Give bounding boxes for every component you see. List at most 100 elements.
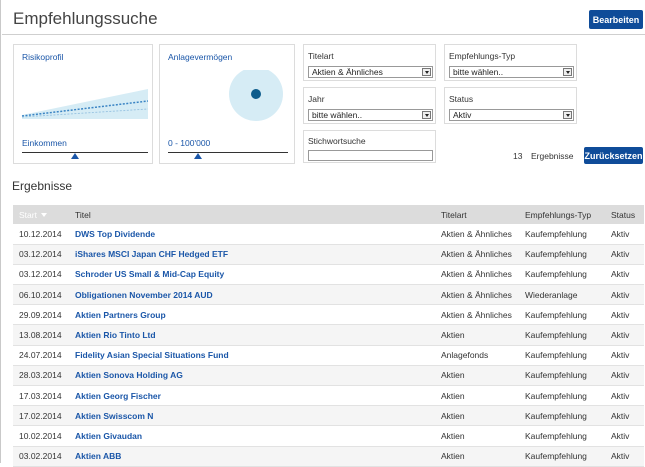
risk-scale-label: Einkommen — [22, 138, 67, 148]
titel-link[interactable]: Schroder US Small & Mid-Cap Equity — [69, 264, 435, 286]
sort-down-icon — [40, 213, 47, 218]
start-cell: 06.10.2014 — [13, 284, 69, 306]
titel-link[interactable]: Aktien Georg Fischer — [69, 385, 435, 407]
table-row[interactable]: 03.12.2014 Schroder US Small & Mid-Cap Eq… — [13, 264, 644, 286]
chevron-down-icon — [422, 111, 431, 119]
titel-link[interactable]: Fidelity Asian Special Situations Fund — [69, 345, 435, 366]
status-cell: Aktiv — [605, 425, 644, 447]
column-header-label: Start — [19, 209, 37, 220]
table-row[interactable]: 28.03.2014 Aktien Sonova Holding AG Aktien… — [13, 365, 644, 387]
status-cell: Aktiv — [605, 244, 644, 265]
jahr-select[interactable]: bitte wählen.. — [308, 109, 433, 121]
results-heading: Ergebnisse — [12, 179, 73, 193]
result-count-label: Ergebnisse — [531, 151, 574, 161]
titel-link[interactable]: Aktien Sonova Holding AG — [69, 365, 435, 387]
result-count: 13 — [513, 151, 523, 161]
edit-button[interactable]: Bearbeiten — [589, 10, 643, 29]
table-row[interactable]: 13.08.2014 Aktien Rio Tinto Ltd Aktien Kauf… — [13, 324, 644, 346]
column-header-start[interactable]: Start — [13, 205, 69, 224]
assets-label: Anlagevermögen — [168, 52, 233, 62]
status-select[interactable]: Aktiv — [449, 109, 574, 121]
typ-label: Empfehlungs-Typ — [449, 51, 516, 61]
titel-link[interactable]: Aktien ABB — [69, 446, 435, 467]
status-cell: Aktiv — [605, 284, 644, 306]
status-cell: Aktiv — [605, 224, 644, 245]
titel-link[interactable]: iShares MSCI Japan CHF Hedged ETF — [69, 244, 435, 265]
status-cell: Aktiv — [605, 405, 644, 427]
typ-cell: Kaufempfehlung — [519, 345, 605, 366]
status-label: Status — [449, 94, 474, 104]
titelart-value: Aktien & Ähnliches — [312, 67, 383, 77]
titel-link[interactable]: Aktien Givaudan — [69, 425, 435, 447]
typ-cell: Kaufempfehlung — [519, 405, 605, 427]
typ-cell: Kaufempfehlung — [519, 304, 605, 326]
column-header-status[interactable]: Status — [605, 205, 644, 224]
start-cell: 10.12.2014 — [13, 224, 69, 245]
table-row[interactable]: 06.10.2014 Obligationen November 2014 AUD… — [13, 284, 644, 306]
table-header-row: Start Titel Titelart Empfehlungs-Typ Sta… — [13, 205, 644, 224]
typ-filter: Empfehlungs-Typ bitte wählen.. — [444, 44, 577, 81]
titelart-label: Titelart — [308, 51, 334, 61]
start-cell: 03.02.2014 — [13, 446, 69, 467]
titelart-cell: Aktien — [435, 446, 519, 467]
status-value: Aktiv — [453, 110, 472, 120]
start-cell: 17.03.2014 — [13, 385, 69, 407]
start-cell: 10.02.2014 — [13, 425, 69, 447]
table-row[interactable]: 03.12.2014 iShares MSCI Japan CHF Hedged … — [13, 244, 644, 265]
chevron-down-icon — [422, 68, 431, 76]
jahr-label: Jahr — [308, 94, 325, 104]
typ-cell: Wiederanlage — [519, 284, 605, 306]
keyword-input[interactable] — [308, 150, 433, 161]
assets-chart — [229, 70, 283, 121]
titel-link[interactable]: Obligationen November 2014 AUD — [69, 284, 435, 306]
titelart-cell: Aktien — [435, 405, 519, 427]
titel-link[interactable]: Aktien Partners Group — [69, 304, 435, 326]
typ-value: bitte wählen.. — [453, 67, 504, 77]
table-row[interactable]: 10.12.2014 DWS Top Dividende Aktien & Ähnl… — [13, 224, 644, 245]
risk-slider-handle[interactable] — [71, 153, 79, 159]
column-header-titelart[interactable]: Titelart — [435, 205, 519, 224]
typ-select[interactable]: bitte wählen.. — [449, 66, 574, 78]
start-cell: 13.08.2014 — [13, 324, 69, 346]
titelart-select[interactable]: Aktien & Ähnliches — [308, 66, 433, 78]
typ-cell: Kaufempfehlung — [519, 324, 605, 346]
table-row[interactable]: 17.02.2014 Aktien Swisscom N Aktien Kaufemp… — [13, 405, 644, 427]
status-cell: Aktiv — [605, 345, 644, 366]
titel-link[interactable]: Aktien Rio Tinto Ltd — [69, 324, 435, 346]
status-cell: Aktiv — [605, 324, 644, 346]
header-divider — [2, 34, 645, 35]
risk-scale-track — [22, 152, 148, 153]
status-cell: Aktiv — [605, 264, 644, 286]
status-cell: Aktiv — [605, 365, 644, 387]
table-row[interactable]: 10.02.2014 Aktien Givaudan Aktien Kaufempfe… — [13, 425, 644, 447]
table-row[interactable]: 03.02.2014 Aktien ABB Aktien Kaufempfehlung… — [13, 446, 644, 467]
titelart-cell: Aktien — [435, 385, 519, 407]
typ-cell: Kaufempfehlung — [519, 385, 605, 407]
chevron-down-icon — [563, 68, 572, 76]
status-cell: Aktiv — [605, 385, 644, 407]
table-row[interactable]: 24.07.2014 Fidelity Asian Special Situati… — [13, 345, 644, 366]
results-table: Start Titel Titelart Empfehlungs-Typ Sta… — [13, 205, 644, 467]
start-cell: 28.03.2014 — [13, 365, 69, 387]
titelart-cell: Aktien — [435, 425, 519, 447]
titelart-filter: Titelart Aktien & Ähnliches — [303, 44, 436, 81]
column-header-typ[interactable]: Empfehlungs-Typ — [519, 205, 605, 224]
reset-button[interactable]: Zurücksetzen — [584, 147, 643, 164]
typ-cell: Kaufempfehlung — [519, 425, 605, 447]
table-row[interactable]: 17.03.2014 Aktien Georg Fischer Aktien Kauf… — [13, 385, 644, 407]
titelart-cell: Aktien & Ähnliches — [435, 284, 519, 306]
assets-panel[interactable]: Anlagevermögen 0 - 100'000 — [159, 44, 295, 164]
titel-link[interactable]: Aktien Swisscom N — [69, 405, 435, 427]
keyword-label: Stichwortsuche — [308, 136, 366, 146]
assets-slider-handle[interactable] — [194, 153, 202, 159]
titel-link[interactable]: DWS Top Dividende — [69, 224, 435, 245]
start-cell: 03.12.2014 — [13, 244, 69, 265]
column-header-titel[interactable]: Titel — [69, 205, 435, 224]
titelart-cell: Aktien & Ähnliches — [435, 264, 519, 286]
table-row[interactable]: 29.09.2014 Aktien Partners Group Aktien & … — [13, 304, 644, 326]
start-cell: 29.09.2014 — [13, 304, 69, 326]
typ-cell: Kaufempfehlung — [519, 244, 605, 265]
jahr-value: bitte wählen.. — [312, 110, 363, 120]
risk-profile-panel[interactable]: Risikoprofil Einkommen — [13, 44, 153, 164]
status-cell: Aktiv — [605, 304, 644, 326]
